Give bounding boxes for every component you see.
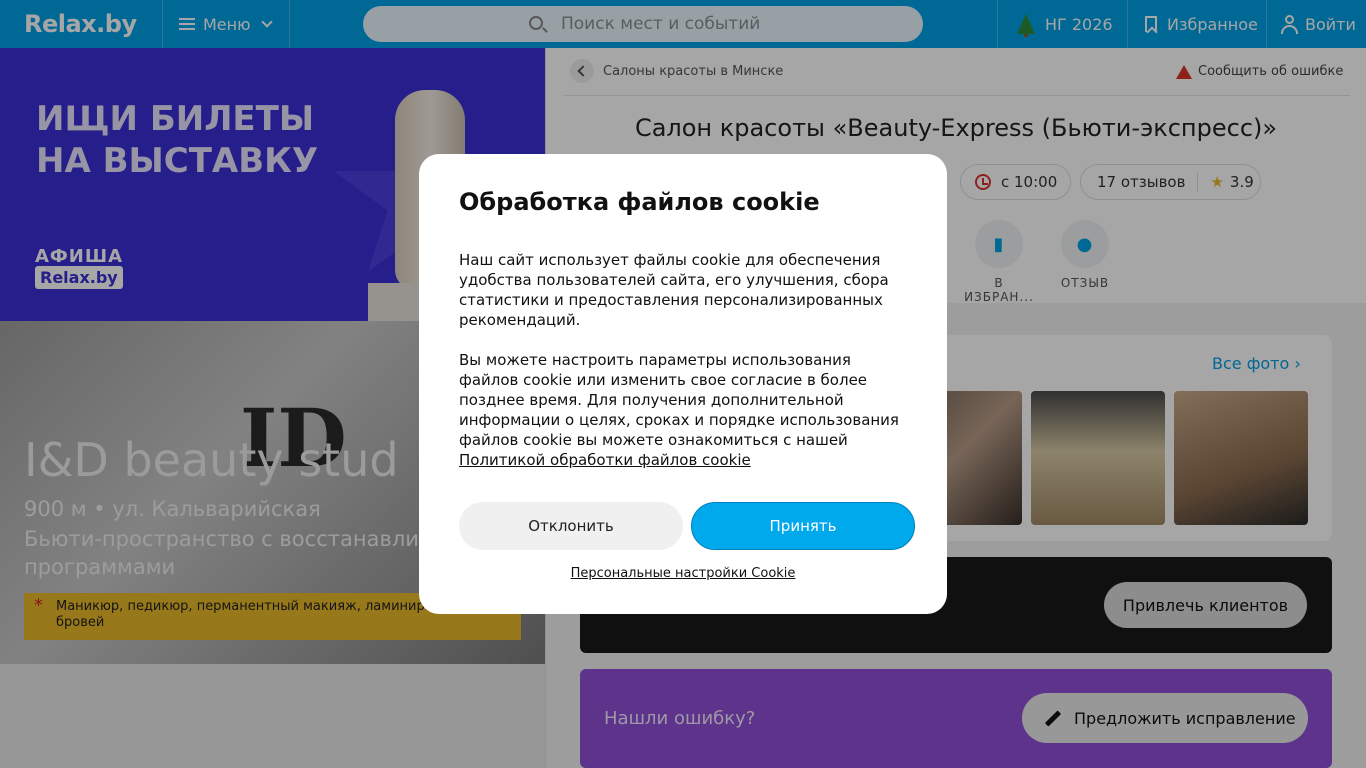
cookie-paragraph: Вы можете настроить параметры использова… — [459, 350, 909, 470]
cookie-policy-link[interactable]: Политикой обработки файлов cookie — [459, 451, 751, 469]
cookie-dialog-body: Наш сайт использует файлы cookie для обе… — [459, 250, 909, 490]
cookie-paragraph: Наш сайт использует файлы cookie для обе… — [459, 251, 889, 329]
cookie-settings-link[interactable]: Персональные настройки Cookie — [419, 566, 947, 581]
decline-cookies-button[interactable]: Отклонить — [459, 502, 683, 550]
cookie-dialog-title: Обработка файлов cookie — [459, 188, 820, 216]
accept-cookies-button[interactable]: Принять — [691, 502, 915, 550]
cookie-paragraph-text: Вы можете настроить параметры использова… — [459, 351, 899, 449]
cookie-consent-dialog: Обработка файлов cookie Наш сайт использ… — [419, 154, 947, 614]
